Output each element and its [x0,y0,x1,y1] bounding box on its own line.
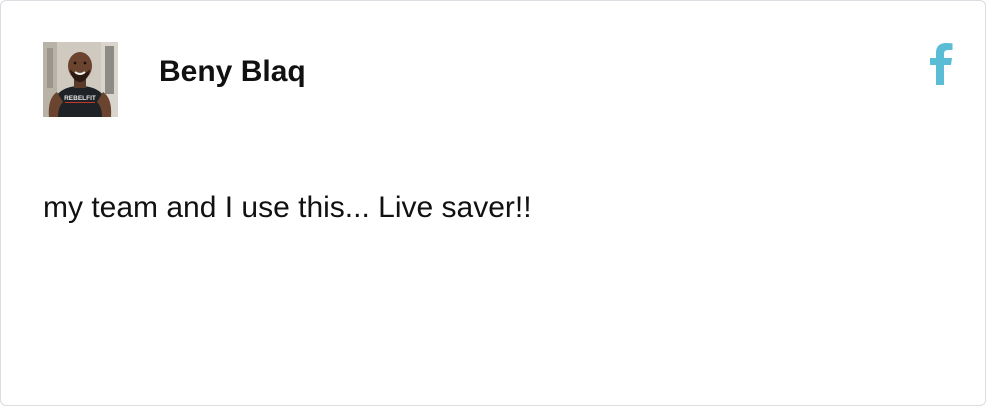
testimonial-card: REBELFIT Beny Blaq my team and I use thi… [0,0,986,406]
author-name: Beny Blaq [159,55,306,88]
avatar: REBELFIT [43,42,118,117]
review-text: my team and I use this... Live saver!! [43,191,532,224]
facebook-icon[interactable] [923,41,959,85]
avatar-shirt-text: REBELFIT [64,95,96,102]
avatar-photo: REBELFIT [43,42,118,117]
